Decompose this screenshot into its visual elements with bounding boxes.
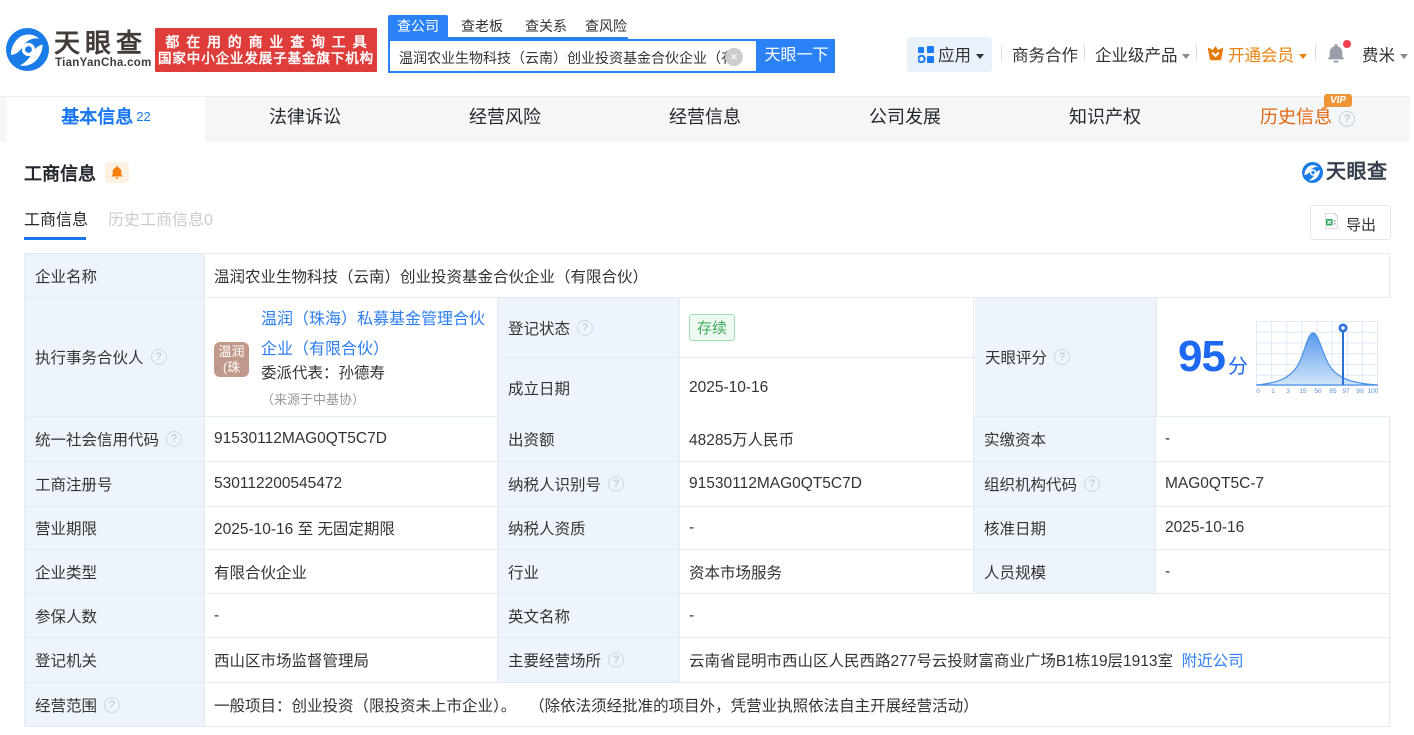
svg-text:1: 1 (1271, 388, 1275, 394)
svg-text:97: 97 (1342, 388, 1350, 394)
svg-text:100: 100 (1368, 388, 1378, 394)
svg-text:99: 99 (1356, 388, 1364, 394)
svg-text:0: 0 (1256, 388, 1260, 394)
svg-text:15: 15 (1299, 388, 1307, 394)
svg-text:85: 85 (1329, 388, 1337, 394)
svg-text:3: 3 (1286, 388, 1290, 394)
svg-text:50: 50 (1314, 388, 1322, 394)
